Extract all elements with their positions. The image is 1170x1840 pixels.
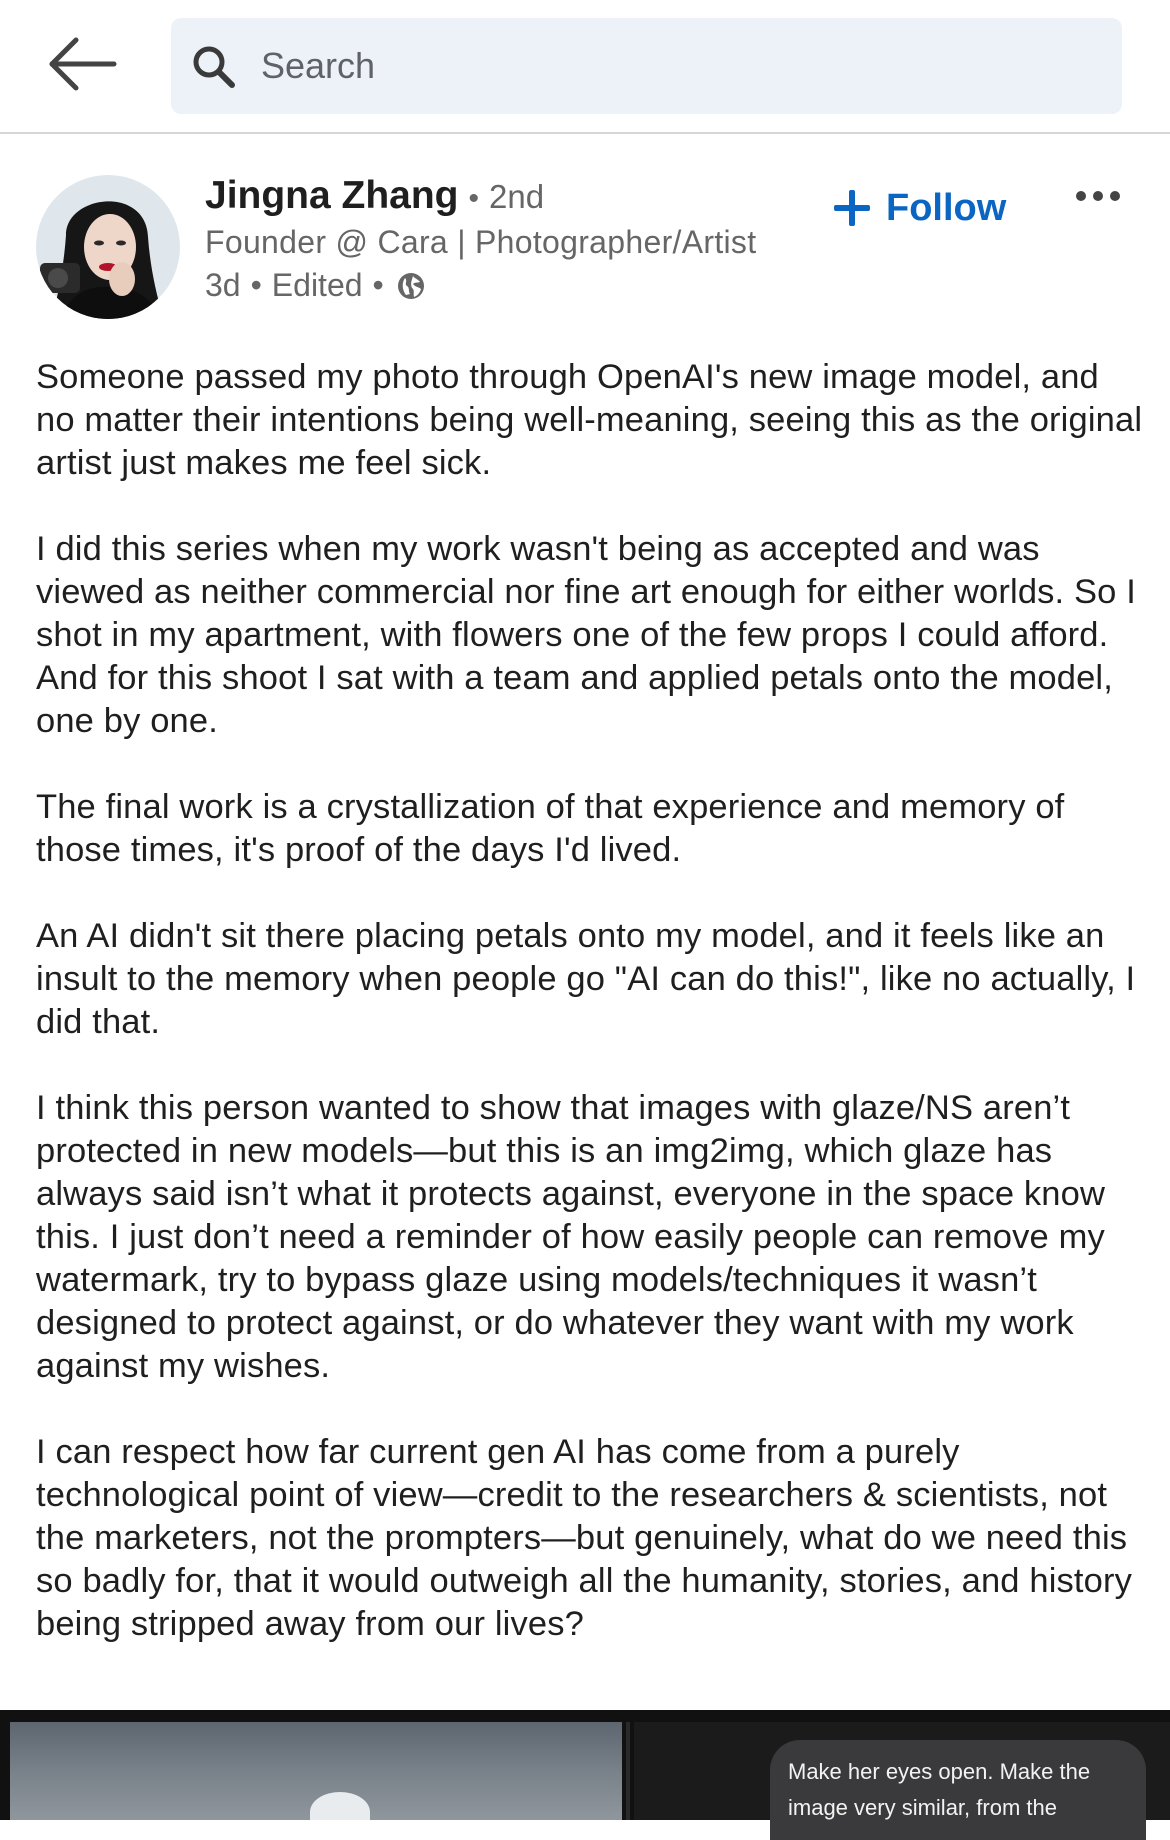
post-body: Someone passed my photo through OpenAI's…	[36, 356, 1146, 1689]
author-name[interactable]: Jingna Zhang	[205, 174, 459, 218]
ellipsis-icon	[1076, 191, 1120, 201]
media-prompt-bubble: Make her eyes open. Make the image very …	[770, 1740, 1146, 1840]
separator-dot: •	[250, 267, 262, 303]
post-paragraph: The final work is a crystallization of t…	[36, 788, 1065, 869]
post-age: 3d	[205, 267, 241, 303]
search-input[interactable]	[261, 18, 1101, 114]
search-icon	[193, 46, 235, 88]
back-button[interactable]	[46, 34, 118, 94]
post-paragraph: An AI didn't sit there placing petals on…	[36, 917, 1136, 1041]
separator-dot: •	[372, 267, 384, 303]
author-info: Jingna Zhang • 2nd Founder @ Cara | Phot…	[205, 174, 825, 304]
image-detail	[310, 1792, 370, 1820]
media-divider	[626, 1722, 630, 1820]
post-meta: 3d • Edited •	[205, 267, 825, 304]
avatar[interactable]	[36, 175, 180, 319]
post-paragraph: I can respect how far current gen AI has…	[36, 1433, 1133, 1643]
plus-icon	[834, 190, 870, 226]
author-line: Jingna Zhang • 2nd	[205, 174, 825, 218]
connection-degree: 2nd	[489, 178, 545, 215]
separator-dot: •	[468, 182, 480, 215]
author-photo	[36, 175, 180, 319]
author-headline: Founder @ Cara | Photographer/Artist	[205, 224, 757, 260]
arrow-left-icon	[49, 37, 117, 91]
edited-label: Edited	[271, 267, 363, 303]
follow-label: Follow	[886, 186, 1007, 229]
top-bar	[0, 0, 1170, 134]
globe-icon	[397, 272, 424, 299]
more-options-button[interactable]	[1074, 182, 1122, 210]
follow-button[interactable]: Follow	[832, 180, 1006, 236]
post-paragraph: Someone passed my photo through OpenAI's…	[36, 358, 1143, 482]
post-paragraph: I think this person wanted to show that …	[36, 1089, 1106, 1385]
search-box[interactable]	[171, 18, 1122, 114]
post-paragraph: I did this series when my work wasn't be…	[36, 530, 1136, 740]
media-image-left[interactable]	[10, 1722, 622, 1820]
